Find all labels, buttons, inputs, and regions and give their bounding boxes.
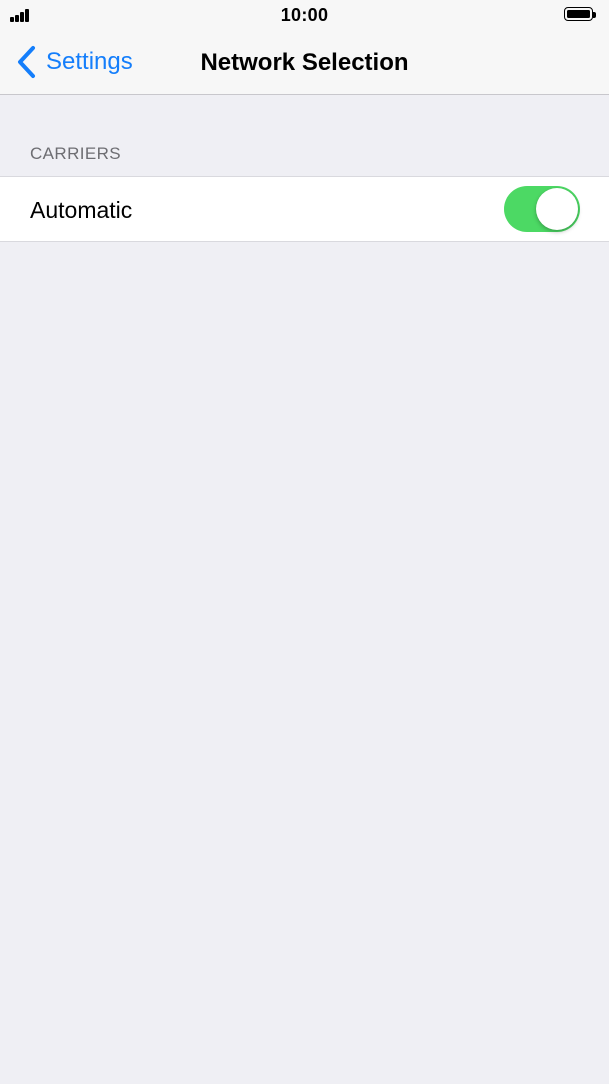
toggle-knob <box>536 188 578 230</box>
navigation-bar: Settings Network Selection <box>0 32 609 95</box>
battery-full-icon <box>564 7 597 23</box>
status-time: 10:00 <box>280 5 329 25</box>
carriers-group: Automatic <box>0 176 609 242</box>
section-header-carriers: CARRIERS <box>30 144 122 163</box>
status-bar: 10:00 <box>0 0 609 32</box>
automatic-toggle[interactable] <box>504 186 580 232</box>
automatic-label: Automatic <box>30 197 133 223</box>
page-title: Network Selection <box>200 49 409 76</box>
